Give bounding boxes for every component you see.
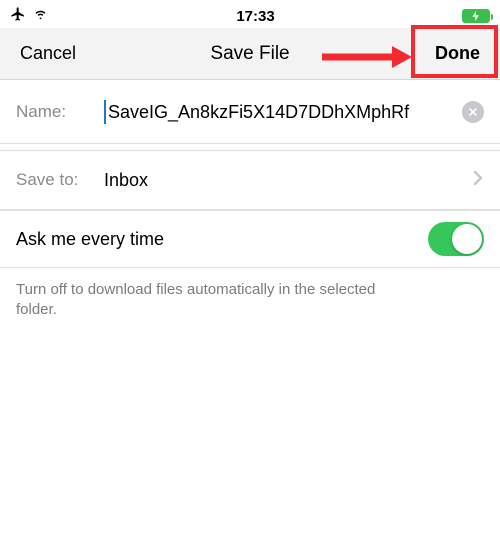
cancel-button[interactable]: Cancel [8,37,88,70]
saveto-value: Inbox [104,170,472,191]
toggle-knob [452,224,482,254]
status-bar: 17:33 [0,0,500,28]
wifi-icon [32,7,49,26]
status-left-icons [10,6,49,27]
name-label: Name: [16,102,104,122]
saveto-label: Save to: [16,170,104,190]
status-right-icons [462,9,490,23]
airplane-mode-icon [10,6,26,27]
clear-icon[interactable] [462,101,484,123]
chevron-right-icon [472,169,484,192]
nav-bar: Cancel Save File Done [0,28,500,80]
saveto-row[interactable]: Save to: Inbox [0,150,500,210]
ask-every-time-toggle[interactable] [428,222,484,256]
done-button[interactable]: Done [412,37,492,70]
status-time: 17:33 [236,8,274,25]
page-title: Save File [88,43,412,65]
toggle-row: Ask me every time [0,210,500,268]
filename-input[interactable] [104,100,462,124]
name-row: Name: [0,80,500,144]
hint-text: Turn off to download files automatically… [0,268,420,333]
toggle-label: Ask me every time [16,229,428,250]
battery-icon [462,9,490,23]
